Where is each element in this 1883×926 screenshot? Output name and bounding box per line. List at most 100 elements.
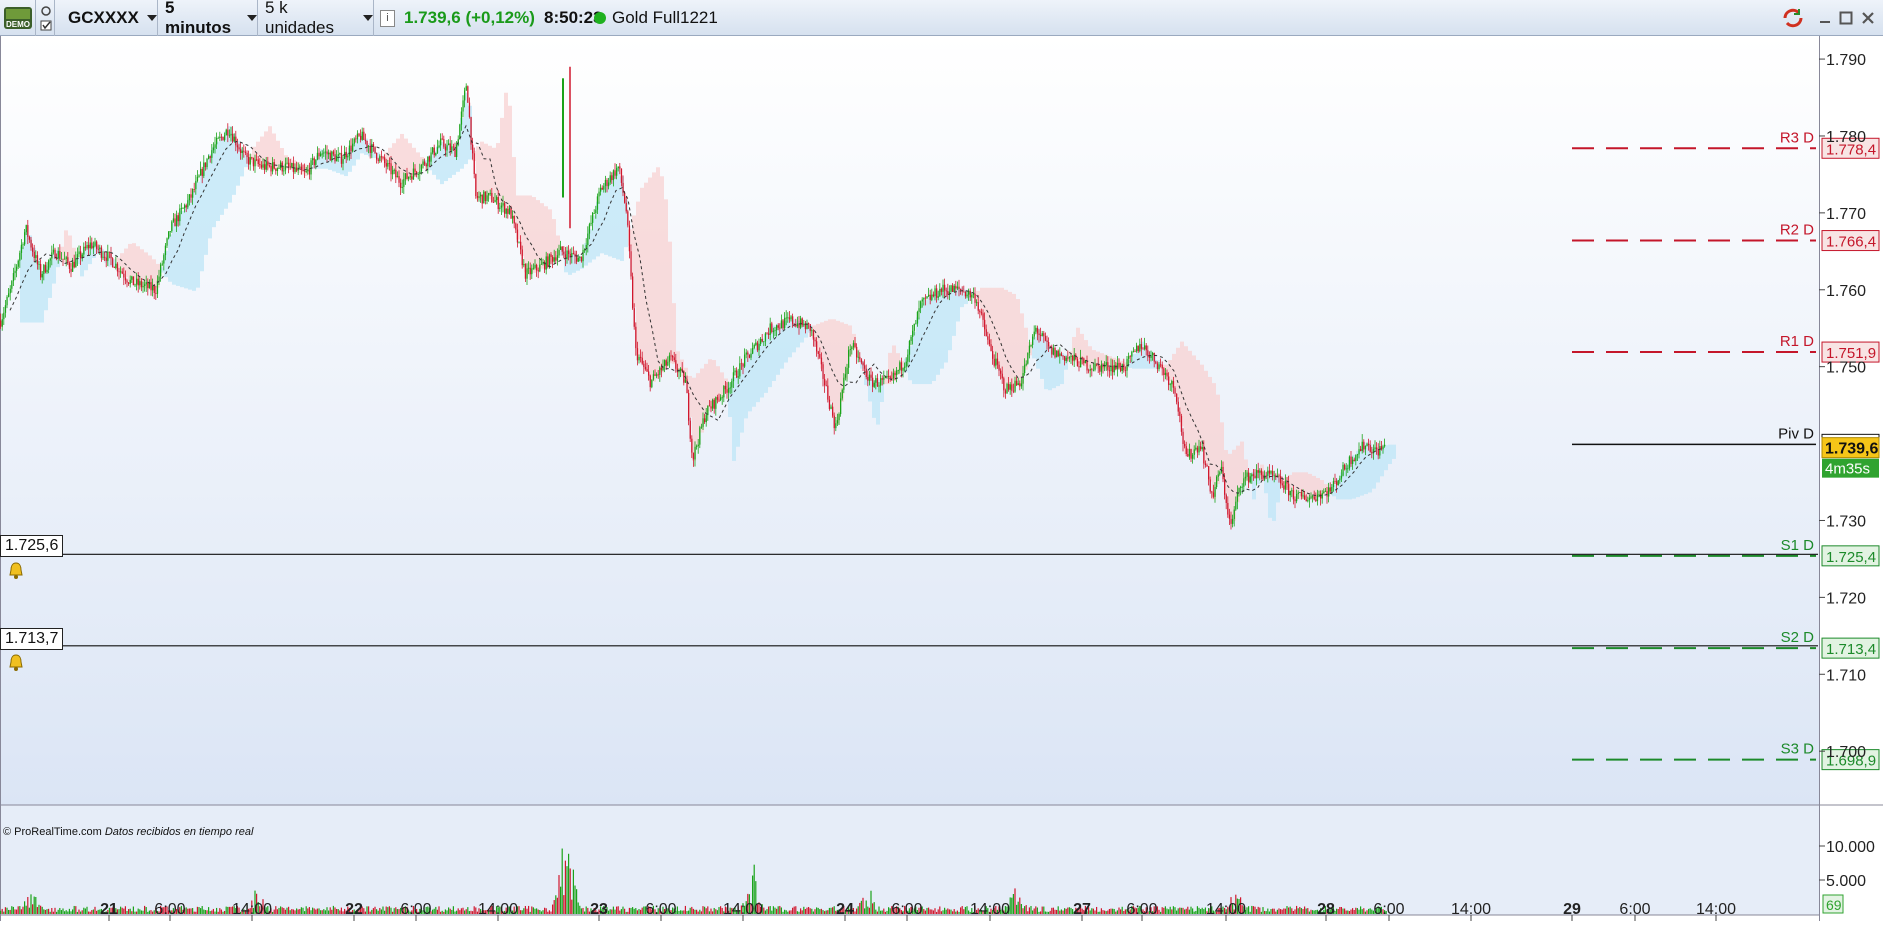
candle-body bbox=[1243, 478, 1245, 487]
candle-body bbox=[568, 250, 570, 254]
candle-body bbox=[665, 360, 667, 366]
volume-bar bbox=[1292, 910, 1294, 914]
volume-bar bbox=[945, 909, 947, 914]
candle-body bbox=[97, 248, 99, 250]
units-selector[interactable]: 5 k unidades bbox=[258, 0, 374, 37]
candle-body bbox=[369, 145, 371, 153]
volume-bar bbox=[798, 911, 800, 914]
candle-body bbox=[1008, 383, 1010, 390]
candle-body bbox=[881, 378, 883, 380]
time-tick-label: 14:00 bbox=[478, 901, 518, 918]
cloud-segment bbox=[68, 235, 72, 267]
candle-body bbox=[254, 159, 256, 167]
candle-body bbox=[284, 163, 287, 171]
volume-bar bbox=[622, 906, 624, 914]
candle-body bbox=[1137, 345, 1139, 352]
volume-bar bbox=[272, 911, 274, 914]
close-icon[interactable] bbox=[1858, 0, 1878, 36]
candle-body bbox=[259, 163, 261, 165]
pivot-level-label: Piv D bbox=[1778, 425, 1814, 442]
candle-body bbox=[624, 192, 626, 203]
volume-bar bbox=[872, 903, 874, 914]
candle-body bbox=[860, 359, 863, 363]
volume-bar bbox=[764, 910, 766, 914]
candle-body bbox=[352, 143, 354, 152]
link-icon[interactable] bbox=[37, 0, 55, 36]
minimize-icon[interactable] bbox=[1815, 0, 1835, 36]
info-icon[interactable]: i bbox=[380, 0, 402, 36]
candle-body bbox=[163, 255, 165, 264]
candle-body bbox=[641, 357, 643, 364]
volume-bar bbox=[380, 909, 382, 914]
candle-body bbox=[177, 215, 179, 222]
candle-body bbox=[1068, 357, 1071, 359]
volume-bar bbox=[707, 906, 709, 914]
candle-body bbox=[1361, 441, 1363, 452]
candle-body bbox=[92, 245, 95, 249]
volume-bar bbox=[137, 908, 139, 914]
candle-body bbox=[619, 166, 621, 169]
volume-bar bbox=[1174, 907, 1176, 914]
candle-body bbox=[222, 136, 224, 141]
bell-icon[interactable] bbox=[6, 561, 26, 581]
time-tick-label: 14:00 bbox=[970, 901, 1010, 918]
cloud-segment bbox=[44, 266, 48, 311]
candle-body bbox=[582, 249, 584, 262]
volume-bar bbox=[208, 907, 210, 914]
candle-body bbox=[918, 308, 920, 312]
instrument-selector[interactable]: GCXXXX bbox=[58, 0, 158, 36]
bell-icon[interactable] bbox=[6, 653, 26, 673]
timeframe-selector[interactable]: 5 minutos bbox=[158, 0, 258, 37]
volume-bar bbox=[323, 909, 325, 914]
volume-bar bbox=[396, 909, 398, 914]
sync-icon[interactable] bbox=[1778, 0, 1808, 36]
volume-bar bbox=[952, 911, 954, 914]
candle-body bbox=[75, 258, 77, 268]
maximize-icon[interactable] bbox=[1836, 0, 1856, 36]
volume-bar bbox=[448, 907, 450, 914]
volume-bar bbox=[224, 910, 226, 914]
volume-bar bbox=[1260, 911, 1262, 914]
candle-body bbox=[1260, 470, 1263, 475]
candle-body bbox=[953, 285, 955, 292]
candle-body bbox=[505, 209, 507, 214]
candle-body bbox=[24, 232, 26, 245]
cloud-segment bbox=[668, 241, 672, 364]
candle-body bbox=[510, 207, 512, 219]
volume-bar bbox=[624, 908, 626, 914]
candle-body bbox=[771, 323, 773, 332]
chart-canvas[interactable]: R3 D1.778,4R2 D1.766,4R1 D1.751,9Piv DS1… bbox=[0, 36, 1883, 921]
volume-bar bbox=[188, 908, 190, 914]
volume-bar bbox=[1267, 908, 1269, 914]
price-chart-panel[interactable]: R3 D 1.778,4 R2 D 1.766,4 R1 D 1.751,9 Piv D S1… bbox=[0, 36, 1883, 921]
candle-body bbox=[1046, 340, 1048, 343]
volume-bar bbox=[1265, 911, 1267, 914]
cloud-segment bbox=[656, 167, 660, 378]
candle-body bbox=[1280, 476, 1282, 484]
candle-body bbox=[1030, 344, 1032, 346]
volume-bar bbox=[832, 907, 834, 914]
cloud-segment bbox=[956, 287, 960, 322]
candle-body bbox=[777, 325, 779, 328]
volume-bar bbox=[873, 902, 875, 914]
candle-body bbox=[315, 159, 317, 165]
volume-bar bbox=[1091, 908, 1093, 914]
copyright-text: © ProRealTime.com bbox=[3, 826, 102, 838]
cloud-segment bbox=[1268, 473, 1272, 518]
alert-price-1[interactable]: 1.725,6 bbox=[0, 535, 64, 557]
volume-bar bbox=[80, 911, 82, 914]
candle-body bbox=[1116, 362, 1119, 370]
volume-bar bbox=[923, 909, 925, 914]
candle-body bbox=[147, 282, 149, 289]
volume-bar bbox=[822, 910, 824, 914]
volume-bar bbox=[452, 906, 454, 914]
volume-bar bbox=[1188, 909, 1190, 914]
volume-bar bbox=[716, 910, 718, 914]
candle-body bbox=[536, 264, 538, 271]
volume-bar bbox=[782, 911, 784, 914]
volume-bar bbox=[572, 869, 574, 914]
candle-body bbox=[636, 348, 639, 361]
candle-body bbox=[744, 354, 746, 367]
time-tick-label: 14:00 bbox=[1696, 901, 1736, 918]
alert-price-2[interactable]: 1.713,7 bbox=[0, 628, 64, 650]
